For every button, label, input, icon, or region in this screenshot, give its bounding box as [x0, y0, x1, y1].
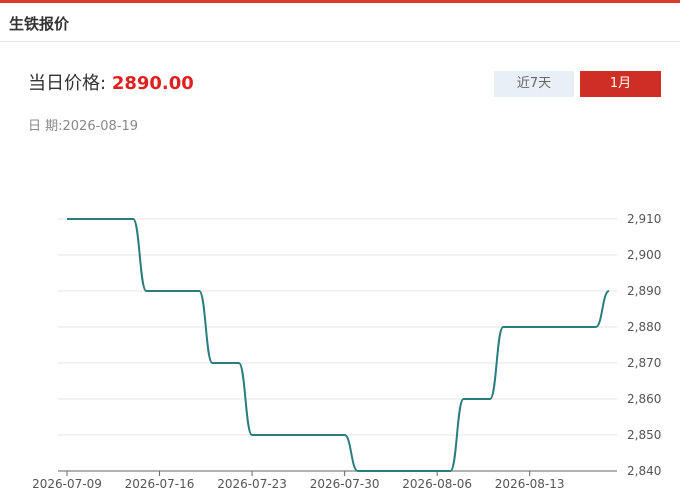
x-tick-label: 2026-08-13: [495, 477, 565, 490]
y-tick-label: 2,850: [627, 428, 661, 442]
y-tick-label: 2,910: [627, 212, 661, 226]
x-tick-label: 2026-08-06: [402, 477, 472, 490]
x-tick-label: 2026-07-09: [32, 477, 102, 490]
y-tick-label: 2,840: [627, 464, 661, 478]
price-line-chart: 2,840 2,850 2,860 2,870 2,880 2,890 2,900 2,910…: [32, 212, 661, 490]
y-tick-label: 2,860: [627, 392, 661, 406]
y-tick-label: 2,900: [627, 248, 661, 262]
y-tick-label: 2,870: [627, 356, 661, 370]
x-tick-label: 2026-07-30: [310, 477, 380, 490]
x-tick-label: 2026-07-23: [217, 477, 287, 490]
y-tick-label: 2,890: [627, 284, 661, 298]
y-tick-label: 2,880: [627, 320, 661, 334]
x-tick-label: 2026-07-16: [125, 477, 195, 490]
price-series-line: [66, 217, 610, 472]
